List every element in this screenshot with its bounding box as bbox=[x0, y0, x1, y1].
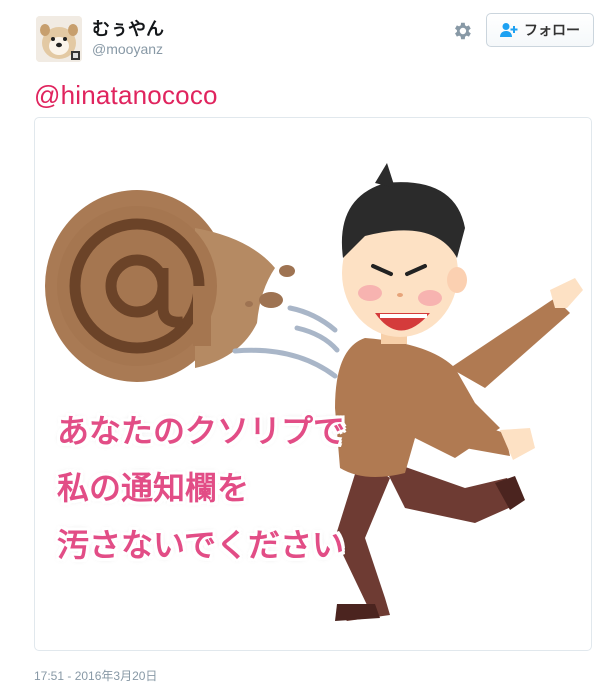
mention-link[interactable]: @hinatanococo bbox=[34, 80, 218, 111]
caption-line-1: あなたのクソリプで bbox=[57, 413, 346, 449]
tweet-timestamp[interactable]: 17:51 - 2016年3月20日 bbox=[34, 667, 157, 684]
at-ball-icon bbox=[45, 190, 295, 382]
tweet-media-image[interactable]: あなたのクソリプで 私の通知欄を 汚さないでください bbox=[34, 117, 592, 651]
user-avatar[interactable] bbox=[36, 16, 82, 62]
screen-name[interactable]: @mooyanz bbox=[92, 41, 163, 57]
tweet-header: むぅやん @mooyanz フォロー bbox=[0, 0, 613, 70]
dog-avatar-icon bbox=[36, 16, 82, 62]
add-user-icon bbox=[500, 23, 518, 37]
running-man bbox=[335, 163, 583, 621]
follow-button[interactable]: フォロー bbox=[486, 13, 594, 47]
caption-line-3: 汚さないでください bbox=[57, 527, 345, 563]
caption-line-2: 私の通知欄を bbox=[57, 470, 250, 506]
gear-icon[interactable] bbox=[451, 20, 473, 42]
follow-button-label: フォロー bbox=[524, 22, 580, 38]
display-name[interactable]: むぅやん bbox=[92, 15, 164, 41]
image-caption: あなたのクソリプで 私の通知欄を 汚さないでください bbox=[57, 403, 345, 574]
